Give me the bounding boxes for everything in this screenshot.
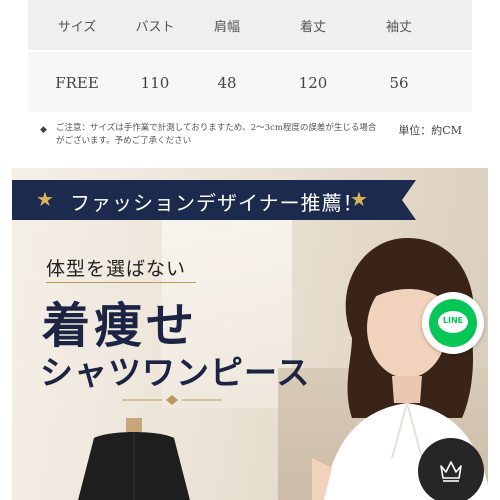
diamond-icon: ◆	[40, 125, 47, 135]
value-shoulder: 48	[217, 74, 237, 92]
line-label: LINE	[442, 316, 464, 325]
ribbon-text: ファッションデザイナー推薦！	[70, 191, 364, 215]
header-shoulder: 肩幅	[213, 20, 240, 35]
size-table: サイズ バスト 肩幅 着丈 袖丈 FREE 110 48 120 56	[28, 0, 472, 112]
header-sleeve: 袖丈	[385, 20, 412, 35]
banner-headline-secondary: シャツワンピース	[40, 353, 311, 392]
size-note: ◆ ご注意：サイズは手作業で計測しておりますため、2～3cm程度の誤差が生じる場…	[40, 122, 380, 148]
star-icon: ★	[350, 187, 368, 211]
line-chat-button[interactable]: LINE	[422, 292, 484, 354]
unit-label: 単位：約CM	[398, 124, 462, 137]
product-blouse-photo	[78, 418, 190, 500]
ribbon-tail	[402, 180, 416, 220]
value-length: 120	[298, 74, 328, 92]
promo-banner: ★ ファッションデザイナー推薦！ ★ 体型を選ばない 着痩せ シャツワンピース	[12, 168, 488, 500]
size-note-text: ご注意：サイズは手作業で計測しておりますため、2～3cm程度の誤差が生じる場合が…	[56, 123, 377, 146]
subhead-underline	[46, 282, 196, 283]
star-icon: ★	[36, 187, 54, 211]
designer-ribbon: ★ ファッションデザイナー推薦！ ★	[12, 180, 416, 220]
crown-icon	[440, 461, 462, 482]
header-length: 着丈	[299, 20, 326, 35]
value-size: FREE	[55, 74, 99, 92]
value-sleeve: 56	[389, 74, 409, 92]
size-table-header-row: サイズ バスト 肩幅 着丈 袖丈	[28, 0, 472, 50]
banner-subhead: 体型を選ばない	[46, 258, 187, 280]
size-table-value-row: FREE 110 48 120 56	[28, 52, 472, 112]
ornament-divider	[122, 395, 222, 405]
crown-ranking-button[interactable]	[418, 438, 484, 500]
line-icon: LINE	[429, 299, 477, 347]
header-size: サイズ	[57, 20, 97, 35]
